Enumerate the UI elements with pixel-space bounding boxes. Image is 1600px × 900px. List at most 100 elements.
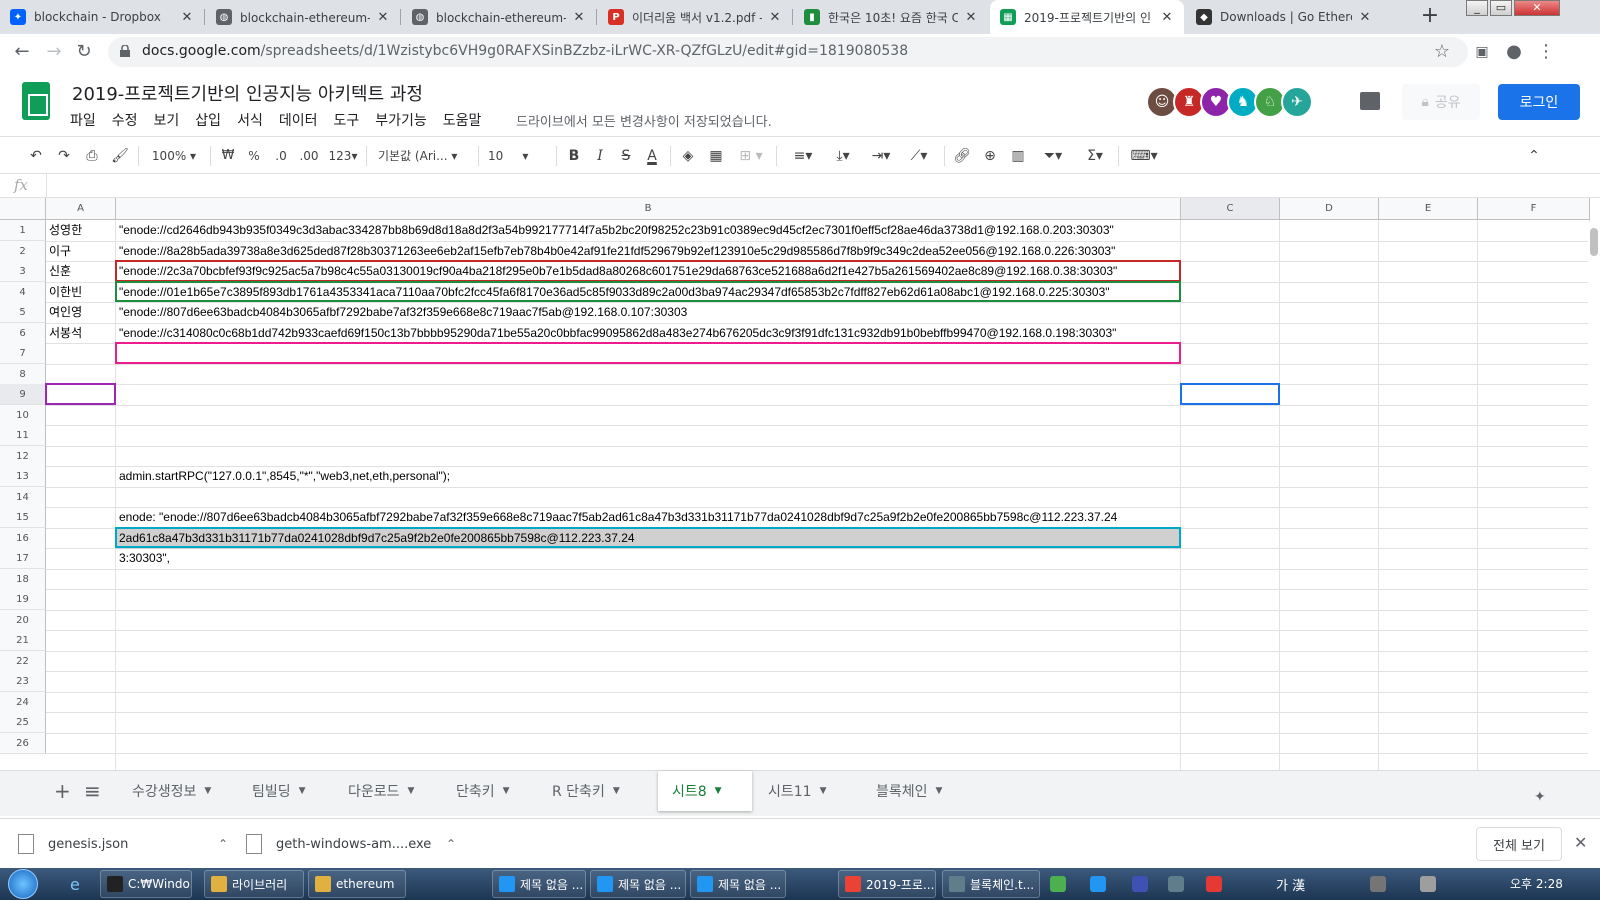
increase-decimal-button[interactable]: .00 (296, 146, 322, 166)
row-header[interactable]: 2 (0, 240, 46, 262)
chevron-down-icon[interactable]: ▼ (299, 786, 306, 796)
row-header[interactable]: 10 (0, 404, 46, 426)
sheet-tab[interactable]: 시트8 ▼ (658, 771, 752, 811)
forward-button[interactable]: → (42, 40, 66, 64)
extension-icon[interactable]: ▣ (1470, 40, 1494, 64)
select-all-corner[interactable] (0, 198, 46, 220)
column-header[interactable]: D (1280, 198, 1379, 220)
row-header[interactable]: 12 (0, 445, 46, 467)
vertical-scrollbar[interactable] (1588, 222, 1600, 770)
sheet-tab[interactable]: R 단축키 ▼ (538, 771, 656, 811)
row-header[interactable]: 25 (0, 712, 46, 733)
browser-tab[interactable]: ◍ blockchain-ethereum-발표 ✕ (402, 0, 596, 34)
row-header[interactable]: 23 (0, 671, 46, 692)
italic-button[interactable]: I (590, 146, 610, 166)
sheet-tab[interactable]: 팀빌딩 ▼ (238, 771, 332, 811)
vertical-align-icon[interactable]: ⤓▾ (826, 146, 860, 166)
chevron-up-icon[interactable]: ⌃ (218, 837, 228, 851)
tray-icon[interactable] (1206, 876, 1222, 892)
menu-item[interactable]: 파일 (70, 110, 96, 130)
font-family-select[interactable]: 기본값 (Ari... ▾ (378, 146, 472, 166)
menu-item[interactable]: 삽입 (195, 110, 221, 130)
row-header[interactable]: 7 (0, 343, 46, 364)
menu-item[interactable]: 서식 (237, 110, 263, 130)
document-title[interactable]: 2019-프로젝트기반의 인공지능 아키텍트 과정 (72, 80, 423, 106)
new-tab-button[interactable]: + (1418, 5, 1442, 29)
browser-menu-icon[interactable]: ⋮ (1534, 40, 1558, 64)
row-header[interactable]: 18 (0, 568, 46, 590)
cell-a3[interactable]: 신훈 (46, 261, 116, 282)
minimize-button[interactable]: _ (1466, 0, 1488, 16)
close-window-button[interactable]: ✕ (1514, 0, 1560, 16)
row-header[interactable]: 21 (0, 630, 46, 651)
column-header[interactable]: A (46, 198, 116, 220)
tray-icon[interactable] (1090, 876, 1106, 892)
sheet-tab[interactable]: 블록체인 ▼ (862, 771, 968, 811)
comment-history-icon[interactable] (1360, 92, 1380, 110)
sheet-tab[interactable]: 시트11 ▼ (754, 771, 860, 811)
print-icon[interactable]: ⎙ (82, 146, 102, 166)
sheet-tab[interactable]: 수강생정보 ▼ (118, 771, 236, 811)
cell-a1[interactable]: 성영한 (46, 220, 116, 241)
tray-icon[interactable] (1370, 876, 1386, 892)
row-header[interactable]: 20 (0, 609, 46, 631)
row-header[interactable]: 1 (0, 220, 46, 241)
taskbar-item[interactable]: 라이브러리 (204, 870, 304, 898)
tray-icon[interactable] (1132, 876, 1148, 892)
download-item[interactable]: geth-windows-am....exe ⌃ (246, 827, 456, 861)
all-sheets-icon[interactable]: ≡ (70, 771, 115, 811)
ime-indicator[interactable]: 가 漢 (1270, 870, 1330, 898)
chevron-down-icon[interactable]: ▼ (715, 786, 722, 796)
scrollbar-thumb[interactable] (1590, 228, 1598, 256)
cell-b6[interactable]: "enode://c314080c0c68b1dd742b933caefd69f… (116, 323, 1181, 344)
row-header[interactable]: 5 (0, 302, 46, 323)
insert-comment-icon[interactable]: ⊕ (980, 146, 1000, 166)
currency-format-button[interactable]: ₩ (218, 146, 238, 166)
cell-b4[interactable]: "enode://01e1b65e7c3895f893db1761a435334… (116, 282, 1181, 303)
fill-color-icon[interactable]: ◈ (678, 146, 698, 166)
cell-b15[interactable]: enode: "enode://807d6ee63badcb4084b3065a… (116, 507, 1181, 528)
cell-b17[interactable]: 3:30303", (116, 548, 1181, 569)
column-header[interactable]: B (116, 198, 1181, 220)
download-item[interactable]: genesis.json ⌃ (18, 827, 228, 861)
cell-b2[interactable]: "enode://8a28b5ada39738a8e3d625ded87f28b… (116, 241, 1181, 262)
paint-format-icon[interactable]: 🖌︎ (110, 146, 130, 166)
profile-icon[interactable]: ● (1502, 40, 1526, 64)
ie-icon[interactable]: e (64, 870, 92, 898)
menu-item[interactable]: 도움말 (443, 110, 482, 130)
horizontal-align-icon[interactable]: ≡▾ (786, 146, 820, 166)
cell-a4[interactable]: 이한빈 (46, 282, 116, 303)
browser-tab[interactable]: P 이더리움 백서 v1.2.pdf - ✕ (598, 0, 792, 34)
menu-item[interactable]: 데이터 (279, 110, 318, 130)
strikethrough-button[interactable]: S (616, 146, 636, 166)
text-wrapping-icon[interactable]: ⇥▾ (864, 146, 898, 166)
menu-item[interactable]: 부가기능 (375, 110, 427, 130)
input-tools-icon[interactable]: ⌨▾ (1126, 146, 1162, 166)
menu-item[interactable]: 보기 (154, 110, 180, 130)
cell-b3[interactable]: "enode://2c3a70bcbfef93f9c925ac5a7b98c4c… (116, 261, 1181, 282)
text-rotation-icon[interactable]: ⟋▾ (902, 146, 936, 166)
cell-a5[interactable]: 여인영 (46, 302, 116, 323)
row-header[interactable]: 8 (0, 363, 46, 385)
share-button[interactable]: 🔒︎ 공유 (1402, 84, 1480, 120)
decrease-decimal-button[interactable]: .0 (270, 146, 292, 166)
percent-format-button[interactable]: % (244, 146, 264, 166)
chevron-down-icon[interactable]: ▼ (408, 786, 415, 796)
spreadsheet-grid[interactable]: A B C D E F 1 2 3 4 5 6 7 8 9 10 11 12 13 14 15 16 17 18 19 20 21 2… (0, 198, 1590, 770)
bold-button[interactable]: B (564, 146, 584, 166)
browser-tab[interactable]: ◆ Downloads | Go Ethereum ✕ (1186, 0, 1382, 34)
taskbar-item[interactable]: C:₩Windo... (100, 870, 192, 898)
menu-item[interactable]: 수정 (112, 110, 138, 130)
explore-icon[interactable]: ✦ (1520, 777, 1560, 817)
browser-tab[interactable]: ◍ blockchain-ethereum-발표 ✕ (206, 0, 400, 34)
chevron-down-icon[interactable]: ▼ (204, 786, 211, 796)
tray-icon[interactable] (1168, 876, 1184, 892)
taskbar-item[interactable]: 2019-프로... (838, 870, 936, 898)
row-header[interactable]: 16 (0, 527, 46, 549)
url-omnibox[interactable]: docs.google.com/spreadsheets/d/1Wzistybc… (108, 37, 1468, 67)
save-status[interactable]: 드라이브에서 모든 변경사항이 저장되었습니다. (516, 111, 772, 130)
tray-icon[interactable] (1050, 876, 1066, 892)
borders-icon[interactable]: ▦ (706, 146, 726, 166)
filter-icon[interactable]: ⏷▾ (1036, 146, 1070, 166)
login-button[interactable]: 로그인 (1498, 84, 1580, 120)
